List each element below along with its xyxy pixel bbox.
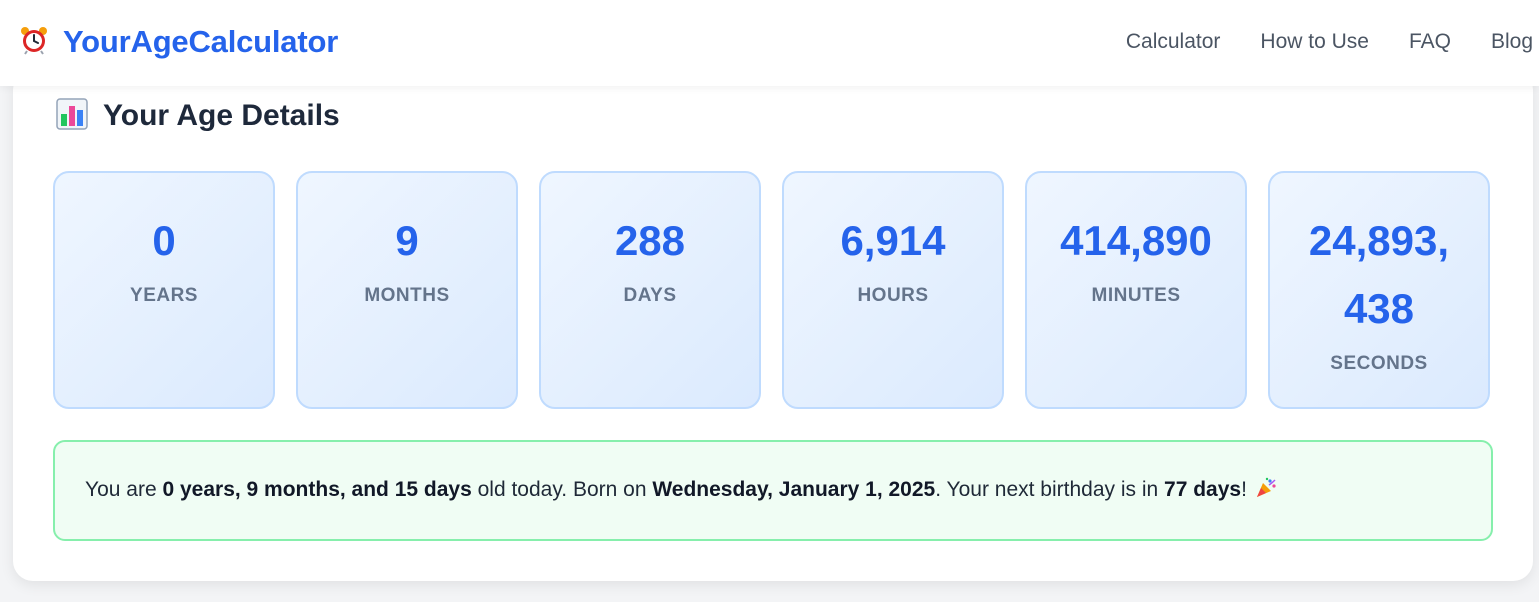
- site-header: YourAgeCalculator Calculator How to Use …: [0, 0, 1539, 86]
- stat-label: DAYS: [623, 285, 677, 306]
- stat-value: 0: [152, 217, 176, 264]
- brand-title: YourAgeCalculator: [63, 24, 339, 59]
- stat-years: 0 YEARS: [53, 171, 275, 409]
- stat-value: 414,890: [1060, 217, 1212, 264]
- summary-age: 0 years, 9 months, and 15 days: [162, 477, 472, 501]
- summary-birth-date: Wednesday, January 1, 2025: [652, 477, 936, 501]
- nav-calculator[interactable]: Calculator: [1126, 30, 1221, 54]
- stat-value: 288: [614, 217, 686, 264]
- main-nav: Calculator How to Use FAQ Blog: [1126, 26, 1533, 58]
- stat-days: 288 DAYS: [539, 171, 761, 409]
- bar-chart-icon: [56, 97, 88, 135]
- section-title: Your Age Details: [103, 99, 340, 132]
- stat-minutes: 414,890 MINUTES: [1025, 171, 1247, 409]
- stat-label: MONTHS: [364, 285, 450, 306]
- summary-text: You are 0 years, 9 months, and 15 days o…: [85, 477, 1277, 505]
- party-popper-icon: [1255, 477, 1277, 505]
- age-details-card: Your Age Details 0 YEARS 9 MONTHS 288 DA…: [13, 70, 1533, 581]
- stat-seconds: 24,893,438 SECONDS: [1268, 171, 1490, 409]
- stat-label: MINUTES: [1091, 285, 1181, 306]
- summary-part: You are: [85, 477, 163, 501]
- alarm-clock-icon: [19, 25, 49, 60]
- summary-part: old today. Born on: [471, 477, 653, 501]
- summary-part: !: [1241, 477, 1253, 501]
- nav-blog[interactable]: Blog: [1491, 30, 1533, 54]
- nav-faq[interactable]: FAQ: [1409, 30, 1451, 54]
- stat-value: 9: [395, 217, 419, 264]
- stat-value: 24,893,438: [1308, 217, 1450, 332]
- summary-part: . Your next birthday is in: [935, 477, 1165, 501]
- stat-hours: 6,914 HOURS: [782, 171, 1004, 409]
- summary-next-birthday: 77 days: [1164, 477, 1242, 501]
- stat-label: YEARS: [130, 285, 198, 306]
- nav-how-to-use[interactable]: How to Use: [1260, 30, 1369, 54]
- stats-grid: 0 YEARS 9 MONTHS 288 DAYS 6,914 HOURS 41…: [53, 171, 1490, 409]
- stat-label: SECONDS: [1330, 353, 1428, 374]
- section-heading: Your Age Details: [56, 96, 340, 136]
- stat-label: HOURS: [857, 285, 929, 306]
- brand-logo-link[interactable]: YourAgeCalculator: [19, 22, 338, 62]
- age-summary: You are 0 years, 9 months, and 15 days o…: [53, 440, 1493, 541]
- stat-months: 9 MONTHS: [296, 171, 518, 409]
- stat-value: 6,914: [840, 217, 946, 264]
